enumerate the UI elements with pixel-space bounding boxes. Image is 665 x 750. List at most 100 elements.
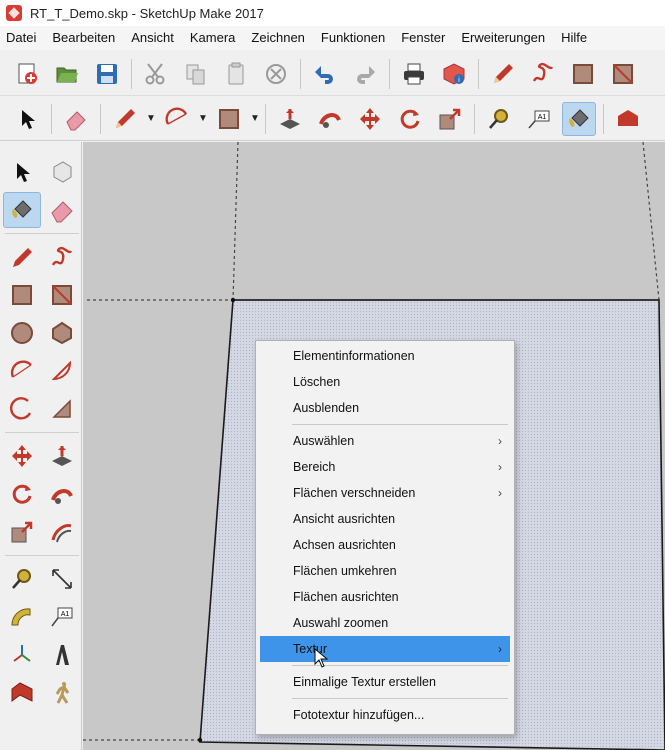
dimension-tool-button[interactable] [43, 561, 81, 597]
shapes-dropdown-arrow[interactable]: ▼ [249, 102, 261, 136]
open-button[interactable] [50, 57, 84, 91]
tape-measure-tool-button[interactable] [3, 561, 41, 597]
two-point-arc-tool-button[interactable] [43, 391, 81, 427]
svg-text:A1: A1 [61, 611, 70, 618]
pencil-icon [494, 63, 513, 83]
cut-button[interactable] [139, 57, 173, 91]
menu-item-hide[interactable]: Ausblenden [256, 395, 514, 421]
rectangle-icon [573, 63, 593, 84]
menu-bearbeiten[interactable]: Bearbeiten [44, 26, 123, 50]
rotate-tool-button[interactable] [3, 476, 41, 512]
menu-item-make-unique-texture[interactable]: Einmalige Textur erstellen [256, 669, 514, 695]
model-info-button[interactable]: i [437, 57, 471, 91]
menu-erweiterungen[interactable]: Erweiterungen [453, 26, 553, 50]
rotate-icon [400, 109, 420, 129]
circle-tool-button[interactable] [3, 315, 41, 351]
3d-text-tool-button[interactable] [43, 637, 81, 673]
save-button[interactable] [90, 57, 124, 91]
rotated-rectangle-tool-button[interactable] [43, 277, 81, 313]
copy-button[interactable] [179, 57, 213, 91]
eraser-button[interactable] [59, 102, 93, 136]
print-button[interactable] [397, 57, 431, 91]
menu-funktionen[interactable]: Funktionen [313, 26, 393, 50]
menu-item-select[interactable]: Auswählen › [256, 428, 514, 454]
open-icon [56, 67, 78, 82]
menu-item-align-axes[interactable]: Achsen ausrichten [256, 532, 514, 558]
follow-me-button[interactable] [313, 102, 347, 136]
line-tool-button[interactable] [3, 239, 41, 275]
follow-me-tool-button[interactable] [43, 476, 81, 512]
three-point-arc-tool-button[interactable] [3, 391, 41, 427]
rotate-button[interactable] [393, 102, 427, 136]
push-pull-button[interactable] [273, 102, 307, 136]
menu-item-add-photo-texture[interactable]: Fototextur hinzufügen... [256, 702, 514, 728]
paint-bucket-icon [12, 200, 32, 218]
follow-me-icon [51, 489, 73, 504]
menu-item-entity-info[interactable]: Elementinformationen [256, 343, 514, 369]
arc-dropdown-arrow[interactable]: ▼ [197, 102, 209, 136]
tape-measure-button[interactable] [482, 102, 516, 136]
walk-tool-button[interactable] [43, 675, 81, 711]
menu-item-intersect-faces[interactable]: Flächen verschneiden › [256, 480, 514, 506]
menu-item-zoom-selection[interactable]: Auswahl zoomen [256, 610, 514, 636]
section-plane-icon [11, 682, 33, 702]
pencil-button[interactable] [486, 57, 520, 91]
move-icon [360, 107, 380, 130]
paint-bucket-tool-button[interactable] [3, 192, 41, 228]
menu-kamera[interactable]: Kamera [182, 26, 244, 50]
toolbar-separator [51, 103, 52, 134]
new-button[interactable] [10, 57, 44, 91]
toolbar-separator [131, 58, 132, 89]
scale-tool-button[interactable] [3, 514, 41, 550]
freehand-button[interactable] [526, 57, 560, 91]
menu-datei[interactable]: Datei [0, 26, 44, 50]
menu-item-area[interactable]: Bereich › [256, 454, 514, 480]
push-pull-tool-button[interactable] [43, 438, 81, 474]
menu-item-orient-faces[interactable]: Flächen ausrichten [256, 584, 514, 610]
three-point-arc-icon [9, 397, 32, 420]
text-tool-button[interactable]: A1 [43, 599, 81, 635]
undo-button[interactable] [308, 57, 342, 91]
redo-button[interactable] [348, 57, 382, 91]
toolbar-separator [265, 103, 266, 134]
text-icon: A1 [528, 110, 550, 128]
erase-button[interactable] [259, 57, 293, 91]
line-button[interactable] [108, 102, 142, 136]
menu-ansicht[interactable]: Ansicht [123, 26, 182, 50]
pie-tool-button[interactable] [43, 353, 81, 389]
arc-button[interactable] [160, 102, 194, 136]
select-tool-button[interactable] [3, 154, 41, 190]
select-button[interactable] [10, 102, 44, 136]
line-dropdown-arrow[interactable]: ▼ [145, 102, 157, 136]
rectangle-tool-button[interactable] [3, 277, 41, 313]
menu-fenster[interactable]: Fenster [393, 26, 453, 50]
cut-icon [145, 62, 165, 84]
move-tool-button[interactable] [3, 438, 41, 474]
polygon-tool-button[interactable] [43, 315, 81, 351]
move-button[interactable] [353, 102, 387, 136]
component-tool-button[interactable] [43, 154, 81, 190]
menu-zeichnen[interactable]: Zeichnen [243, 26, 312, 50]
eraser-tool-button[interactable] [43, 192, 81, 228]
save-icon [97, 63, 117, 84]
protractor-tool-button[interactable] [3, 599, 41, 635]
section-plane-tool-button[interactable] [3, 675, 41, 711]
text-button[interactable]: A1 [522, 102, 556, 136]
paste-button[interactable] [219, 57, 253, 91]
axes-tool-button[interactable] [3, 637, 41, 673]
shapes-button[interactable] [212, 102, 246, 136]
menu-hilfe[interactable]: Hilfe [553, 26, 595, 50]
menu-item-align-view[interactable]: Ansicht ausrichten [256, 506, 514, 532]
warehouse-button[interactable] [611, 102, 645, 136]
rectangle-button[interactable] [566, 57, 600, 91]
protractor-icon [11, 608, 31, 626]
arc-tool-button[interactable] [3, 353, 41, 389]
freehand-tool-button[interactable] [43, 239, 81, 275]
offset-tool-button[interactable] [43, 514, 81, 550]
menu-item-reverse-faces[interactable]: Flächen umkehren [256, 558, 514, 584]
scale-button[interactable] [433, 102, 467, 136]
rotated-rectangle-button[interactable] [606, 57, 640, 91]
menu-item-texture[interactable]: Textur › [260, 636, 510, 662]
paint-bucket-button[interactable] [562, 101, 596, 136]
menu-item-erase[interactable]: Löschen [256, 369, 514, 395]
